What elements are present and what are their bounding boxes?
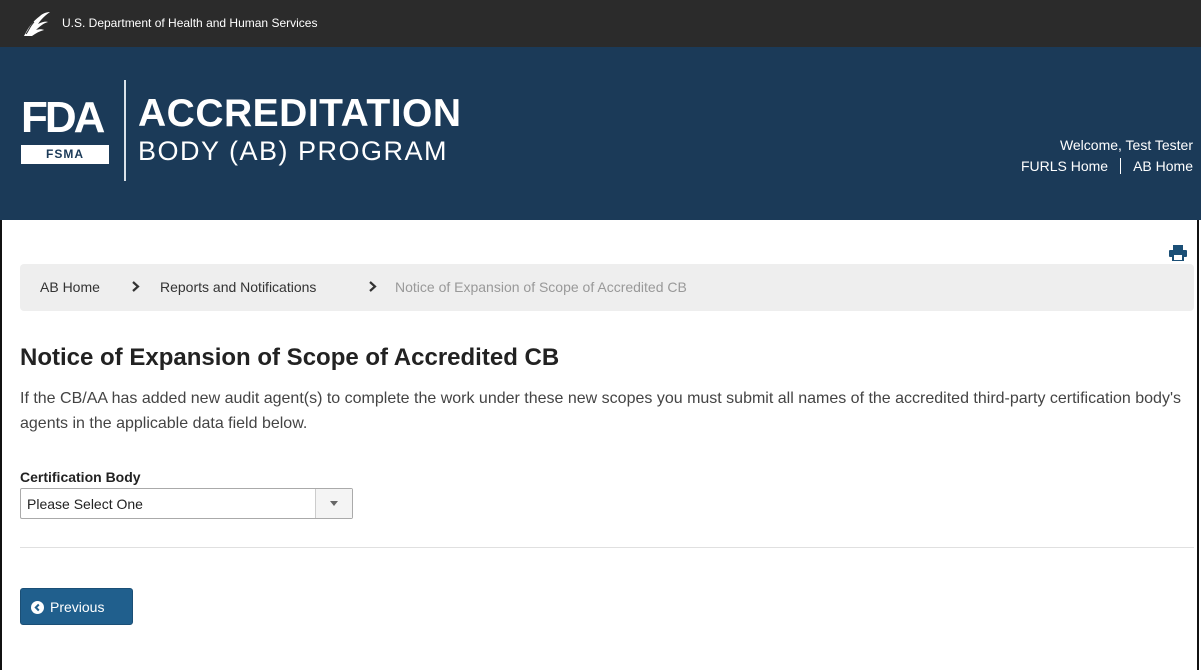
link-separator [1120, 158, 1122, 174]
breadcrumb-ab-home[interactable]: AB Home [40, 264, 100, 311]
certification-body-select[interactable]: Please Select One [20, 488, 353, 519]
chevron-right-icon [369, 281, 377, 292]
circle-arrow-left-icon [31, 601, 44, 614]
hhs-eagle-icon [24, 12, 50, 36]
ab-home-link[interactable]: AB Home [1133, 158, 1193, 174]
certification-body-selected: Please Select One [27, 496, 143, 512]
welcome-text: Welcome, Test Tester [1059, 137, 1193, 153]
breadcrumb-reports-notifications[interactable]: Reports and Notifications [160, 264, 316, 311]
certification-body-label: Certification Body [20, 469, 141, 485]
intro-text: If the CB/AA has added new audit agent(s… [20, 390, 1181, 432]
program-title: ACCREDITATION [138, 92, 462, 135]
breadcrumb: AB Home Reports and Notifications Notice… [20, 264, 1194, 311]
agency-name: U.S. Department of Health and Human Serv… [62, 16, 318, 30]
section-divider [20, 547, 1194, 548]
chevron-right-icon [132, 281, 140, 292]
header-links: FURLS Home AB Home [1021, 158, 1193, 174]
print-icon[interactable] [1169, 245, 1187, 261]
page-title: Notice of Expansion of Scope of Accredit… [20, 344, 560, 371]
hhs-top-bar: U.S. Department of Health and Human Serv… [0, 0, 1201, 47]
furls-home-link[interactable]: FURLS Home [1021, 158, 1108, 174]
program-subtitle: BODY (AB) PROGRAM [138, 136, 449, 166]
banner-divider [124, 80, 126, 181]
dropdown-toggle[interactable] [315, 489, 352, 518]
fsma-logo: FSMA [21, 145, 109, 164]
previous-button-label: Previous [50, 599, 105, 615]
fda-logo: FDA [21, 93, 105, 142]
previous-button[interactable]: Previous [20, 588, 133, 625]
caret-down-icon [330, 501, 338, 506]
breadcrumb-current: Notice of Expansion of Scope of Accredit… [395, 279, 687, 295]
